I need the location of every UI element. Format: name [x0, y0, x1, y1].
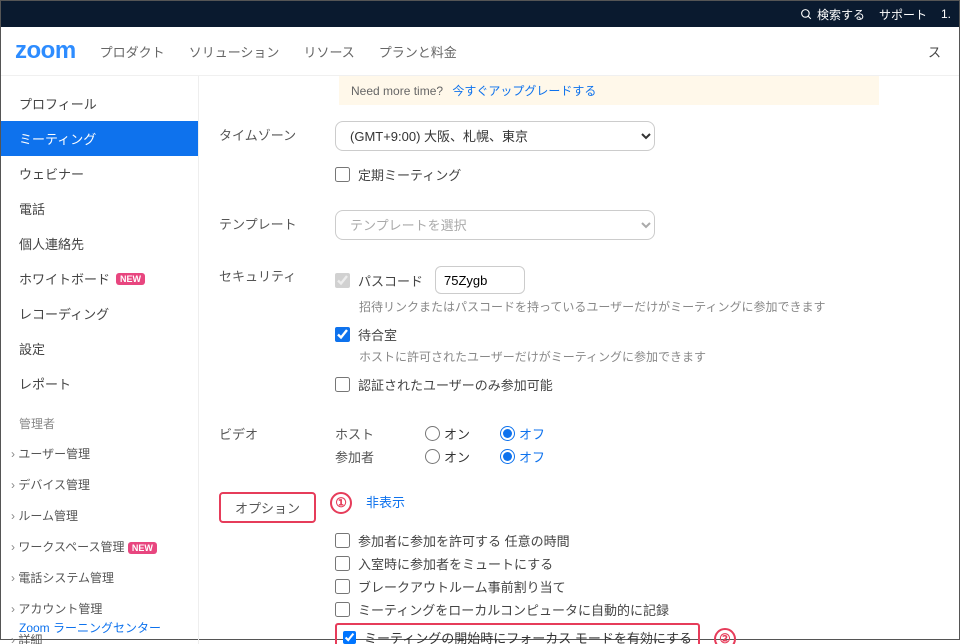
waitingroom-checkbox[interactable]	[335, 327, 350, 342]
sidebar-admin-rooms[interactable]: ルーム管理	[1, 500, 198, 531]
opt-breakout-label: ブレークアウトルーム事前割り当て	[358, 577, 566, 596]
recurring-checkbox[interactable]	[335, 167, 350, 182]
video-participant-label: 参加者	[335, 447, 395, 466]
annotation-one: ①	[330, 492, 352, 514]
sidebar-admin-workspace[interactable]: ワークスペース管理 NEW	[1, 531, 198, 562]
recurring-label: 定期ミーティング	[358, 165, 461, 184]
sidebar-item-label: レポート	[19, 374, 71, 393]
auth-label: 認証されたユーザーのみ参加可能	[358, 375, 553, 394]
auth-checkbox[interactable]	[335, 377, 350, 392]
timezone-label: タイムゾーン	[219, 121, 335, 144]
sidebar-item-label: 個人連絡先	[19, 234, 84, 253]
video-host-off-radio[interactable]	[500, 426, 515, 441]
passcode-hint: 招待リンクまたはパスコードを持っているユーザーだけがミーティングに参加できます	[359, 298, 939, 315]
radio-label: オン	[444, 424, 470, 443]
opt-localrec-checkbox[interactable]	[335, 602, 350, 617]
top-utility-bar: 検索する サポート 1.	[1, 1, 959, 27]
passcode-label: パスコード	[358, 271, 423, 290]
sidebar-item-report[interactable]: レポート	[1, 366, 198, 401]
learning-center-link[interactable]: Zoom ラーニングセンター	[1, 599, 171, 644]
opt-focus-label: ミーティングの開始時にフォーカス モードを有効にする	[364, 628, 692, 644]
opt-mute-checkbox[interactable]	[335, 556, 350, 571]
sidebar-item-recording[interactable]: レコーディング	[1, 296, 198, 331]
radio-label: オン	[444, 447, 470, 466]
security-label: セキュリティ	[219, 262, 335, 285]
support-link[interactable]: サポート	[879, 6, 927, 23]
banner-text: Need more time?	[351, 84, 443, 98]
opt-allow-join-checkbox[interactable]	[335, 533, 350, 548]
sidebar-item-webinar[interactable]: ウェビナー	[1, 156, 198, 191]
sidebar-item-label: 設定	[19, 339, 45, 358]
radio-label: オフ	[519, 424, 545, 443]
sidebar-item-label: ミーティング	[19, 129, 96, 148]
sidebar-item-profile[interactable]: プロフィール	[1, 86, 198, 121]
passcode-checkbox	[335, 273, 350, 288]
sidebar-item-label: ワークスペース管理	[18, 540, 124, 554]
radio-label: オフ	[519, 447, 545, 466]
nav-resource[interactable]: リソース	[303, 42, 354, 61]
sidebar-item-whiteboard[interactable]: ホワイトボード NEW	[1, 261, 198, 296]
options-hide-link[interactable]: 非表示	[366, 492, 405, 511]
focus-mode-highlight: ミーティングの開始時にフォーカス モードを有効にする	[335, 623, 700, 644]
video-host-label: ホスト	[335, 424, 395, 443]
passcode-input[interactable]	[435, 266, 525, 294]
sidebar-item-contacts[interactable]: 個人連絡先	[1, 226, 198, 261]
main-header: zoom プロダクト ソリューション リソース プランと料金 ス	[1, 27, 959, 76]
search-icon	[800, 8, 813, 21]
template-select[interactable]: テンプレートを選択	[335, 210, 655, 240]
content-area: Need more time? 今すぐアップグレードする タイムゾーン (GMT…	[199, 76, 959, 644]
sidebar-item-label: ウェビナー	[19, 164, 84, 183]
sidebar-admin-phonesys[interactable]: 電話システム管理	[1, 562, 198, 593]
options-label-text: オプション	[235, 501, 300, 516]
options-label: オプション	[219, 492, 316, 523]
nav-right-cut: ス	[928, 42, 941, 61]
video-host-on-radio[interactable]	[425, 426, 440, 441]
sidebar-item-label: 電話	[19, 199, 45, 218]
upgrade-banner: Need more time? 今すぐアップグレードする	[339, 76, 879, 105]
waitingroom-hint: ホストに許可されたユーザーだけがミーティングに参加できます	[359, 348, 939, 365]
sidebar-admin-heading: 管理者	[1, 401, 198, 438]
sidebar-item-label: レコーディング	[19, 304, 109, 323]
opt-allow-join-label: 参加者に参加を許可する 任意の時間	[358, 531, 570, 550]
video-label: ビデオ	[219, 420, 335, 443]
sidebar-item-settings[interactable]: 設定	[1, 331, 198, 366]
sidebar-item-label: ユーザー管理	[18, 447, 90, 461]
template-label: テンプレート	[219, 210, 335, 233]
sidebar-item-label: デバイス管理	[18, 478, 90, 492]
waitingroom-label: 待合室	[358, 325, 397, 344]
opt-focus-checkbox[interactable]	[343, 631, 356, 644]
video-part-off-radio[interactable]	[500, 449, 515, 464]
search-label: 検索する	[817, 6, 865, 23]
sidebar-item-meeting[interactable]: ミーティング	[1, 121, 198, 156]
zoom-logo[interactable]: zoom	[15, 37, 76, 65]
topbar-extra: 1.	[941, 7, 951, 21]
upgrade-link[interactable]: 今すぐアップグレードする	[452, 84, 596, 98]
sidebar-item-phone[interactable]: 電話	[1, 191, 198, 226]
global-search[interactable]: 検索する	[800, 6, 865, 23]
video-part-on-radio[interactable]	[425, 449, 440, 464]
opt-mute-label: 入室時に参加者をミュートにする	[358, 554, 553, 573]
new-badge: NEW	[116, 273, 145, 285]
sidebar-item-label: 電話システム管理	[18, 571, 114, 585]
timezone-select[interactable]: (GMT+9:00) 大阪、札幌、東京	[335, 121, 655, 151]
sidebar-item-label: プロフィール	[19, 94, 97, 113]
sidebar-item-label: ホワイトボード	[19, 269, 110, 288]
annotation-two: ②	[714, 628, 736, 644]
opt-localrec-label: ミーティングをローカルコンピュータに自動的に記録	[358, 600, 669, 619]
sidebar-item-label: ルーム管理	[18, 509, 78, 523]
nav-pricing[interactable]: プランと料金	[379, 42, 457, 61]
sidebar: プロフィール ミーティング ウェビナー 電話 個人連絡先 ホワイトボードNEW …	[1, 76, 199, 644]
sidebar-admin-users[interactable]: ユーザー管理	[1, 438, 198, 469]
nav-solution[interactable]: ソリューション	[189, 42, 280, 61]
new-badge: NEW	[128, 542, 157, 554]
opt-breakout-checkbox[interactable]	[335, 579, 350, 594]
nav-product[interactable]: プロダクト	[100, 42, 165, 61]
sidebar-admin-devices[interactable]: デバイス管理	[1, 469, 198, 500]
